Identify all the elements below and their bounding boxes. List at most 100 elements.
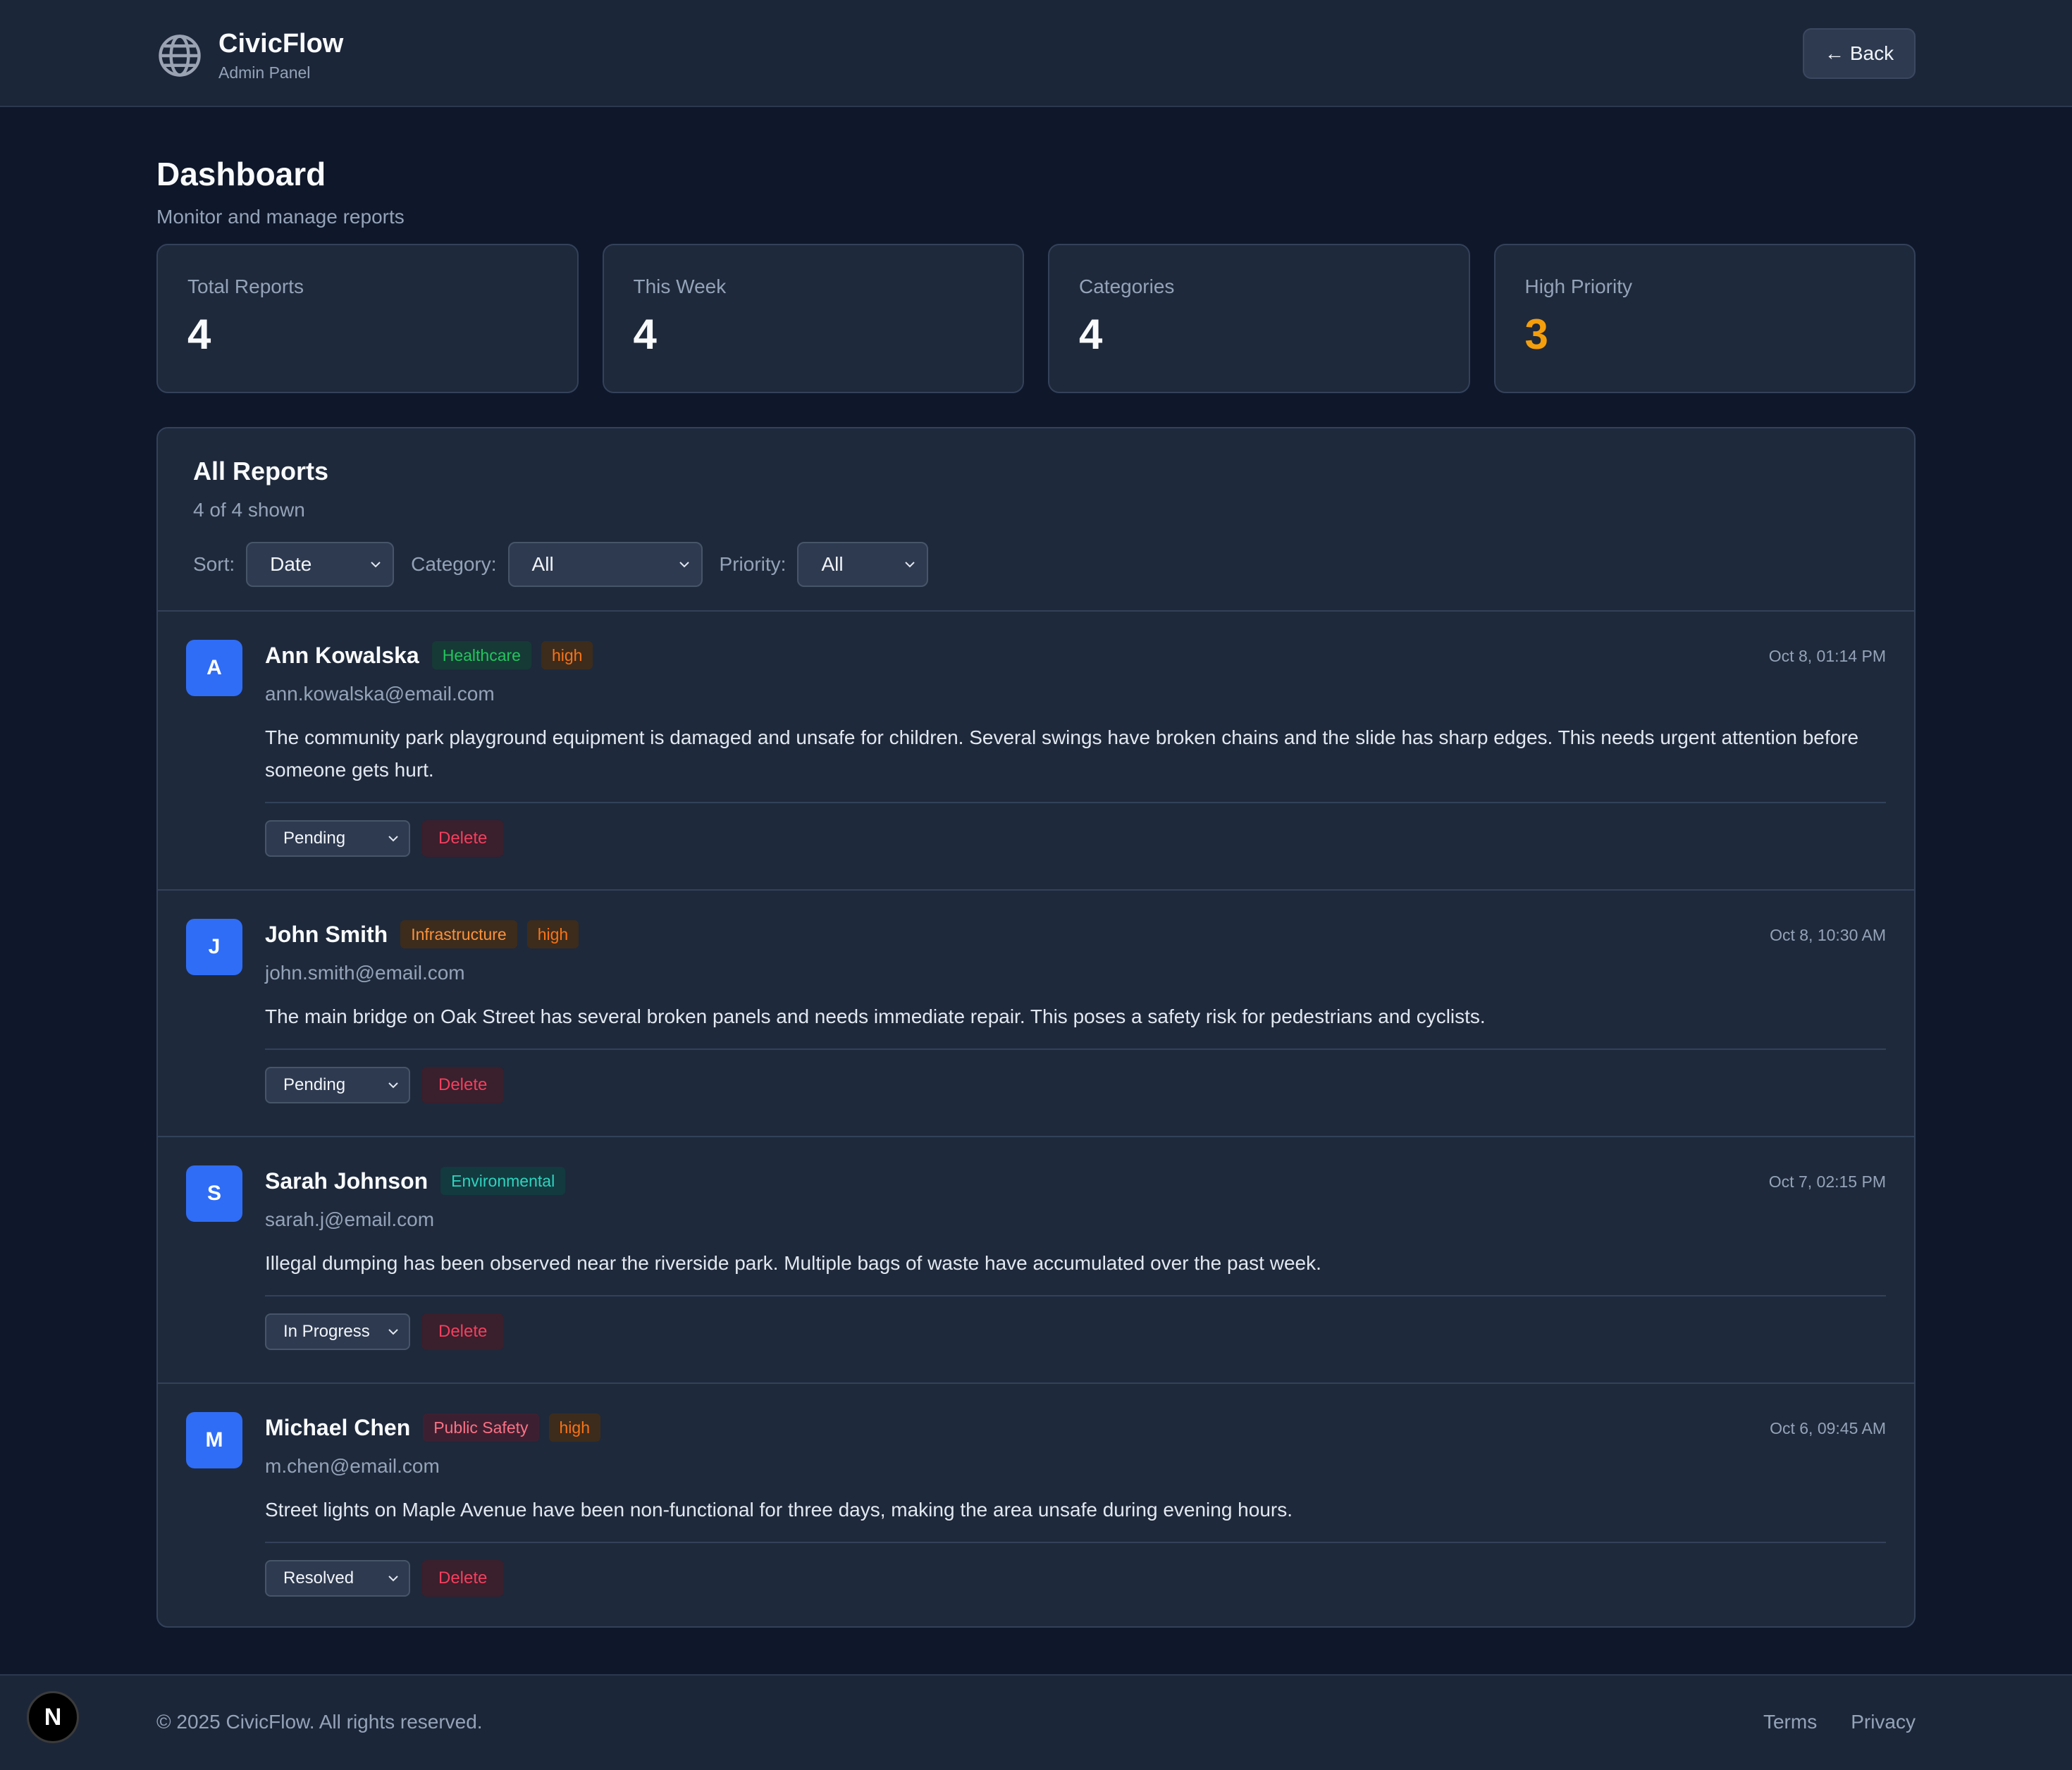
reports-title: All Reports	[193, 457, 329, 485]
priority-select[interactable]: All	[797, 542, 929, 587]
divider	[265, 1542, 1886, 1543]
stat-value: 4	[1079, 311, 1103, 358]
brand-text: CivicFlow Admin Panel	[218, 28, 343, 83]
category-badge: Environmental	[440, 1167, 566, 1195]
reporter-email: ann.kowalska@email.com	[265, 683, 495, 705]
top-bar: CivicFlow Admin Panel ← Back	[0, 0, 2072, 107]
reports-panel-header: All Reports 4 of 4 shown Sort: Date Cate…	[158, 428, 1914, 612]
category-badge: Public Safety	[423, 1413, 539, 1442]
sort-select-value: Date	[270, 553, 312, 575]
priority-badge: high	[548, 1413, 600, 1442]
divider	[265, 1048, 1886, 1050]
report-actions: Pending Delete	[265, 1067, 1886, 1103]
report-date: Oct 7, 02:15 PM	[1768, 1172, 1886, 1191]
chevron-down-icon	[905, 562, 915, 568]
divider	[265, 802, 1886, 803]
report-header: John Smith Infrastructure high	[265, 919, 1886, 950]
stat-card-categories: Categories 4	[1048, 244, 1470, 393]
reports-count: 4 of 4 shown	[193, 499, 305, 521]
stat-card-high-priority: High Priority 3	[1493, 244, 1916, 393]
report-header: Michael Chen Public Safety high	[265, 1412, 1886, 1443]
chevron-down-icon	[388, 836, 398, 842]
delete-button[interactable]: Delete	[421, 1560, 505, 1597]
stats-row: Total Reports 4 This Week 4 Categories 4…	[156, 244, 1916, 393]
status-select-value: Pending	[283, 1075, 346, 1094]
globe-icon	[159, 35, 201, 77]
priority-label: Priority:	[719, 553, 787, 575]
avatar: M	[186, 1412, 242, 1468]
priority-badge: high	[541, 641, 593, 669]
priority-badge: high	[526, 920, 579, 948]
delete-button[interactable]: Delete	[421, 1313, 505, 1350]
report-body: John Smith Infrastructure high Oct 8, 10…	[265, 919, 1886, 1103]
filter-bar: Sort: Date Category: All Priority: All	[193, 541, 945, 588]
category-badge: Infrastructure	[400, 920, 517, 948]
stat-value: 4	[187, 311, 211, 358]
status-select[interactable]: Resolved	[265, 1560, 410, 1597]
chevron-down-icon	[388, 1576, 398, 1582]
page-title: Dashboard	[156, 156, 326, 192]
report-header: Sarah Johnson Environmental	[265, 1165, 1886, 1196]
footer-links: Terms Privacy	[1763, 1711, 1916, 1733]
reporter-name: Michael Chen	[265, 1414, 411, 1440]
sort-select[interactable]: Date	[246, 542, 395, 587]
report-description: Street lights on Maple Avenue have been …	[265, 1499, 1293, 1521]
priority-select-value: All	[821, 553, 844, 575]
report-item: A Ann Kowalska Healthcare high Oct 8, 01…	[158, 612, 1914, 891]
stat-label: This Week	[633, 276, 727, 297]
avatar: J	[186, 919, 242, 975]
reporter-name: Sarah Johnson	[265, 1168, 428, 1194]
stat-value: 3	[1524, 311, 1548, 358]
report-item: S Sarah Johnson Environmental Oct 7, 02:…	[158, 1137, 1914, 1384]
terms-link[interactable]: Terms	[1763, 1711, 1817, 1733]
avatar: A	[186, 640, 242, 696]
report-date: Oct 6, 09:45 AM	[1770, 1419, 1886, 1437]
app-subtitle: Admin Panel	[218, 63, 311, 82]
back-button[interactable]: ← Back	[1803, 28, 1916, 79]
copyright-text: © 2025 CivicFlow. All rights reserved.	[156, 1711, 483, 1733]
status-select-value: In Progress	[283, 1322, 370, 1341]
divider	[265, 1295, 1886, 1296]
arrow-left-icon: ←	[1824, 42, 1844, 64]
report-item: J John Smith Infrastructure high Oct 8, …	[158, 891, 1914, 1137]
report-item: M Michael Chen Public Safety high Oct 6,…	[158, 1384, 1914, 1626]
report-header: Ann Kowalska Healthcare high	[265, 640, 1886, 671]
report-body: Michael Chen Public Safety high Oct 6, 0…	[265, 1412, 1886, 1597]
chevron-down-icon	[679, 562, 689, 568]
back-button-label: Back	[1849, 42, 1894, 64]
chevron-down-icon	[388, 1082, 398, 1089]
stat-card-total-reports: Total Reports 4	[156, 244, 579, 393]
reporter-name: John Smith	[265, 921, 388, 947]
stat-label: Categories	[1079, 276, 1175, 297]
status-select[interactable]: In Progress	[265, 1313, 410, 1350]
report-actions: Pending Delete	[265, 820, 1886, 857]
app-root: CivicFlow Admin Panel ← Back Dashboard M…	[0, 0, 2072, 1770]
sort-label: Sort:	[193, 553, 235, 575]
nextjs-badge-icon[interactable]: N	[27, 1691, 79, 1743]
category-select[interactable]: All	[507, 542, 703, 587]
reporter-name: Ann Kowalska	[265, 642, 419, 668]
brand[interactable]: CivicFlow Admin Panel	[156, 28, 343, 83]
status-select-value: Resolved	[283, 1568, 354, 1588]
report-actions: Resolved Delete	[265, 1560, 1886, 1597]
privacy-link[interactable]: Privacy	[1851, 1711, 1916, 1733]
status-select-value: Pending	[283, 829, 346, 848]
stat-label: High Priority	[1524, 276, 1632, 297]
chevron-down-icon	[388, 1329, 398, 1335]
report-body: Sarah Johnson Environmental Oct 7, 02:15…	[265, 1165, 1886, 1350]
stat-label: Total Reports	[187, 276, 304, 297]
status-select[interactable]: Pending	[265, 820, 410, 857]
reporter-email: john.smith@email.com	[265, 962, 465, 984]
report-body: Ann Kowalska Healthcare high Oct 8, 01:1…	[265, 640, 1886, 857]
delete-button[interactable]: Delete	[421, 1067, 505, 1103]
report-description: The community park playground equipment …	[265, 726, 1859, 781]
delete-button[interactable]: Delete	[421, 820, 505, 857]
report-date: Oct 8, 10:30 AM	[1770, 926, 1886, 944]
report-description: Illegal dumping has been observed near t…	[265, 1252, 1321, 1274]
chevron-down-icon	[371, 562, 381, 568]
status-select[interactable]: Pending	[265, 1067, 410, 1103]
app-name: CivicFlow	[218, 29, 344, 58]
reporter-email: sarah.j@email.com	[265, 1208, 435, 1230]
page-subtitle: Monitor and manage reports	[156, 206, 405, 228]
reporter-email: m.chen@email.com	[265, 1455, 440, 1477]
